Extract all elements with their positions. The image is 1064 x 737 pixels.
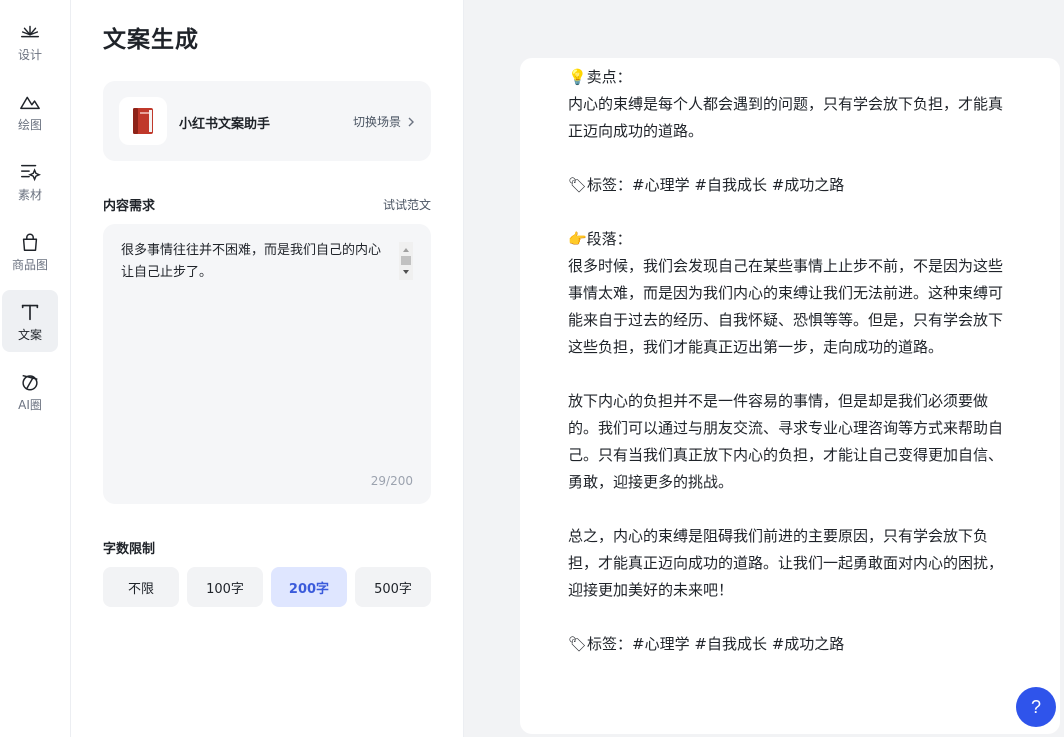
shopping-bag-icon: [22, 233, 38, 251]
limit-option-500[interactable]: 500字: [355, 567, 431, 607]
sidebar-item-design[interactable]: 设计: [2, 10, 58, 72]
word-limit-options: 不限 100字 200字 500字: [103, 567, 431, 607]
sidebar-item-label: AI圈: [18, 398, 42, 412]
ai-circle-icon: [22, 374, 38, 391]
page-title: 文案生成: [103, 27, 199, 53]
sidebar-item-material[interactable]: 素材: [2, 150, 58, 212]
limit-option-200[interactable]: 200字: [271, 567, 347, 607]
switch-scene-label: 切换场景: [352, 115, 401, 129]
sidebar-item-label: 设计: [17, 48, 42, 62]
design-icon: [21, 25, 39, 38]
text-t-icon: [21, 304, 39, 321]
sidebar-item-label: 商品图: [11, 258, 48, 272]
content-input-value[interactable]: 很多事情往往并不困难，而是我们自己的内心让自己止步了。: [121, 240, 393, 284]
scrollbar[interactable]: [399, 242, 413, 280]
content-input[interactable]: 很多事情往往并不困难，而是我们自己的内心让自己止步了。 29/200: [103, 224, 431, 504]
result-card: 💡卖点： 内心的束缚是每个人都会遇到的问题，只有学会放下负担，才能真正迈向成功的…: [520, 58, 1060, 734]
switch-scene-button[interactable]: 切换场景: [353, 113, 415, 130]
char-count: 29/200: [370, 474, 413, 488]
content-requirement-label: 内容需求: [103, 199, 156, 214]
sidebar-item-draw[interactable]: 绘图: [2, 80, 58, 142]
limit-option-100[interactable]: 100字: [187, 567, 263, 607]
material-icon: [21, 164, 41, 182]
sidebar-item-label: 文案: [17, 328, 42, 342]
generated-copy-text: 💡卖点： 内心的束缚是每个人都会遇到的问题，只有学会放下负担，才能真正迈向成功的…: [568, 68, 1004, 653]
scene-icon-container: [119, 97, 167, 145]
chevron-right-icon: [408, 117, 414, 126]
generator-panel: 文案生成 小红书文案助手 切换场景 内容需求 试试范文 很多事情往往并不困难，而…: [71, 0, 464, 737]
try-example-link[interactable]: 试试范文: [383, 196, 431, 213]
word-limit-label: 字数限制: [103, 542, 156, 557]
red-book-icon: [133, 108, 153, 134]
sidebar-item-product-image[interactable]: 商品图: [2, 220, 58, 282]
sidebar-item-copywriting[interactable]: 文案: [2, 290, 58, 352]
sidebar: 设计 绘图 素材 商品图 文案 AI圈: [0, 0, 71, 737]
mountain-icon: [20, 96, 40, 110]
limit-option-unlimited[interactable]: 不限: [103, 567, 179, 607]
sidebar-item-label: 绘图: [17, 118, 42, 132]
sidebar-item-label: 素材: [17, 188, 42, 202]
result-panel: 💡卖点： 内心的束缚是每个人都会遇到的问题，只有学会放下负担，才能真正迈向成功的…: [464, 0, 1064, 737]
help-button[interactable]: ?: [1016, 687, 1056, 727]
scene-card[interactable]: 小红书文案助手 切换场景: [103, 81, 431, 161]
scene-name: 小红书文案助手: [179, 117, 271, 132]
sidebar-item-ai-circle[interactable]: AI圈: [2, 360, 58, 422]
